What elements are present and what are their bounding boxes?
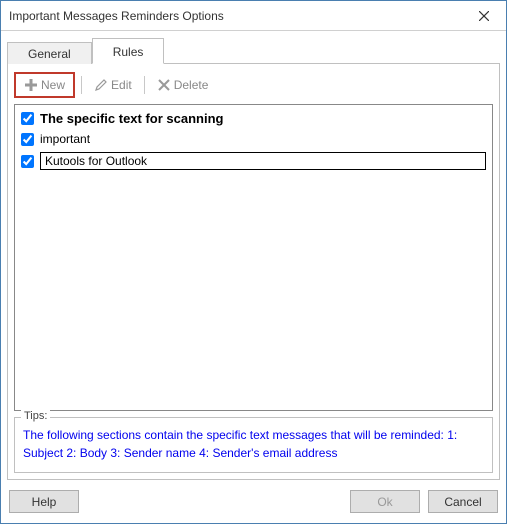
tabstrip: General Rules <box>7 37 500 63</box>
delete-button-label: Delete <box>174 78 209 92</box>
tab-rules[interactable]: Rules <box>92 38 165 64</box>
new-button-highlight: New <box>14 72 75 98</box>
footer: Help Ok Cancel <box>1 480 506 523</box>
close-button[interactable] <box>461 1 506 30</box>
window-title: Important Messages Reminders Options <box>9 9 224 23</box>
edit-button-label: Edit <box>111 78 132 92</box>
tab-general[interactable]: General <box>7 42 92 64</box>
help-button[interactable]: Help <box>9 490 79 513</box>
item-checkbox[interactable] <box>21 155 34 168</box>
edit-button[interactable]: Edit <box>88 76 138 94</box>
ok-button[interactable]: Ok <box>350 490 420 513</box>
titlebar: Important Messages Reminders Options <box>1 1 506 31</box>
new-button-label: New <box>41 78 65 92</box>
toolbar: New Edit Delete <box>14 70 493 104</box>
cancel-button-label: Cancel <box>444 495 481 509</box>
list-header-label: The specific text for scanning <box>40 111 224 126</box>
tips-legend: Tips: <box>21 410 50 422</box>
item-checkbox[interactable] <box>21 133 34 146</box>
dialog-window: Important Messages Reminders Options Gen… <box>0 0 507 524</box>
rules-list-panel: The specific text for scanning important… <box>14 104 493 411</box>
close-icon <box>479 11 489 21</box>
list-header-row: The specific text for scanning <box>21 111 486 126</box>
separator <box>81 76 82 94</box>
item-label: Kutools for Outlook <box>40 152 486 170</box>
new-button[interactable]: New <box>18 76 71 94</box>
list-item[interactable]: Kutools for Outlook <box>21 152 486 170</box>
tips-box: Tips: The following sections contain the… <box>14 417 493 473</box>
item-label: important <box>40 132 90 146</box>
content-area: General Rules New <box>1 31 506 480</box>
delete-button[interactable]: Delete <box>151 76 215 94</box>
plus-icon <box>24 78 38 92</box>
header-checkbox[interactable] <box>21 112 34 125</box>
pencil-icon <box>94 78 108 92</box>
tabpanel-rules: New Edit Delete <box>7 63 500 480</box>
delete-icon <box>157 78 171 92</box>
separator <box>144 76 145 94</box>
help-button-label: Help <box>32 495 57 509</box>
tips-text: The following sections contain the speci… <box>23 426 484 462</box>
ok-button-label: Ok <box>377 495 392 509</box>
cancel-button[interactable]: Cancel <box>428 490 498 513</box>
list-item[interactable]: important <box>21 132 486 146</box>
